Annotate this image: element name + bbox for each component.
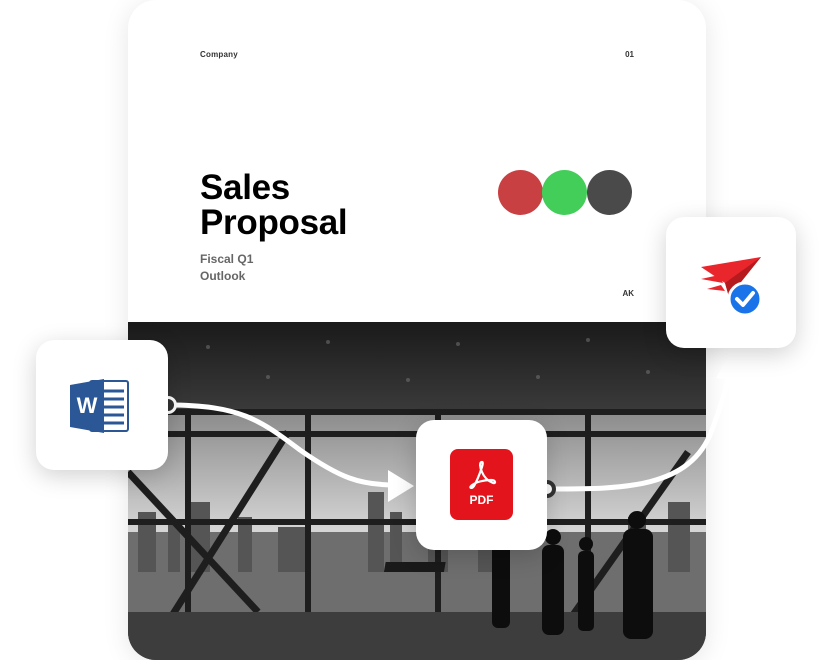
pdf-app-tile[interactable]: PDF bbox=[416, 420, 547, 550]
author-initials: AK bbox=[622, 289, 634, 298]
acrobat-swirl-icon bbox=[469, 460, 497, 489]
color-swatch-gray bbox=[587, 170, 632, 215]
company-label: Company bbox=[200, 50, 238, 59]
word-app-tile[interactable]: W bbox=[36, 340, 168, 470]
send-verified-icon bbox=[701, 257, 763, 317]
color-swatch-green bbox=[542, 170, 587, 215]
page-number: 01 bbox=[625, 50, 634, 59]
color-swatch-red bbox=[498, 170, 543, 215]
word-letter: W bbox=[77, 393, 98, 418]
word-icon: W bbox=[70, 379, 129, 433]
subtitle-line-2: Outlook bbox=[200, 269, 246, 283]
pdf-label: PDF bbox=[469, 493, 494, 507]
document-title: Sales Proposal bbox=[200, 168, 348, 242]
title-line-1: Sales bbox=[200, 168, 290, 207]
document-subtitle: Fiscal Q1 Outlook bbox=[200, 251, 253, 285]
arrow-head-up bbox=[716, 350, 746, 380]
title-line-2: Proposal bbox=[200, 203, 348, 242]
pdf-icon: PDF bbox=[450, 449, 513, 520]
document-preview-card: Company 01 Sales Proposal Fiscal Q1 Outl… bbox=[128, 0, 706, 660]
subtitle-line-1: Fiscal Q1 bbox=[200, 252, 254, 266]
send-app-tile[interactable] bbox=[666, 217, 796, 348]
